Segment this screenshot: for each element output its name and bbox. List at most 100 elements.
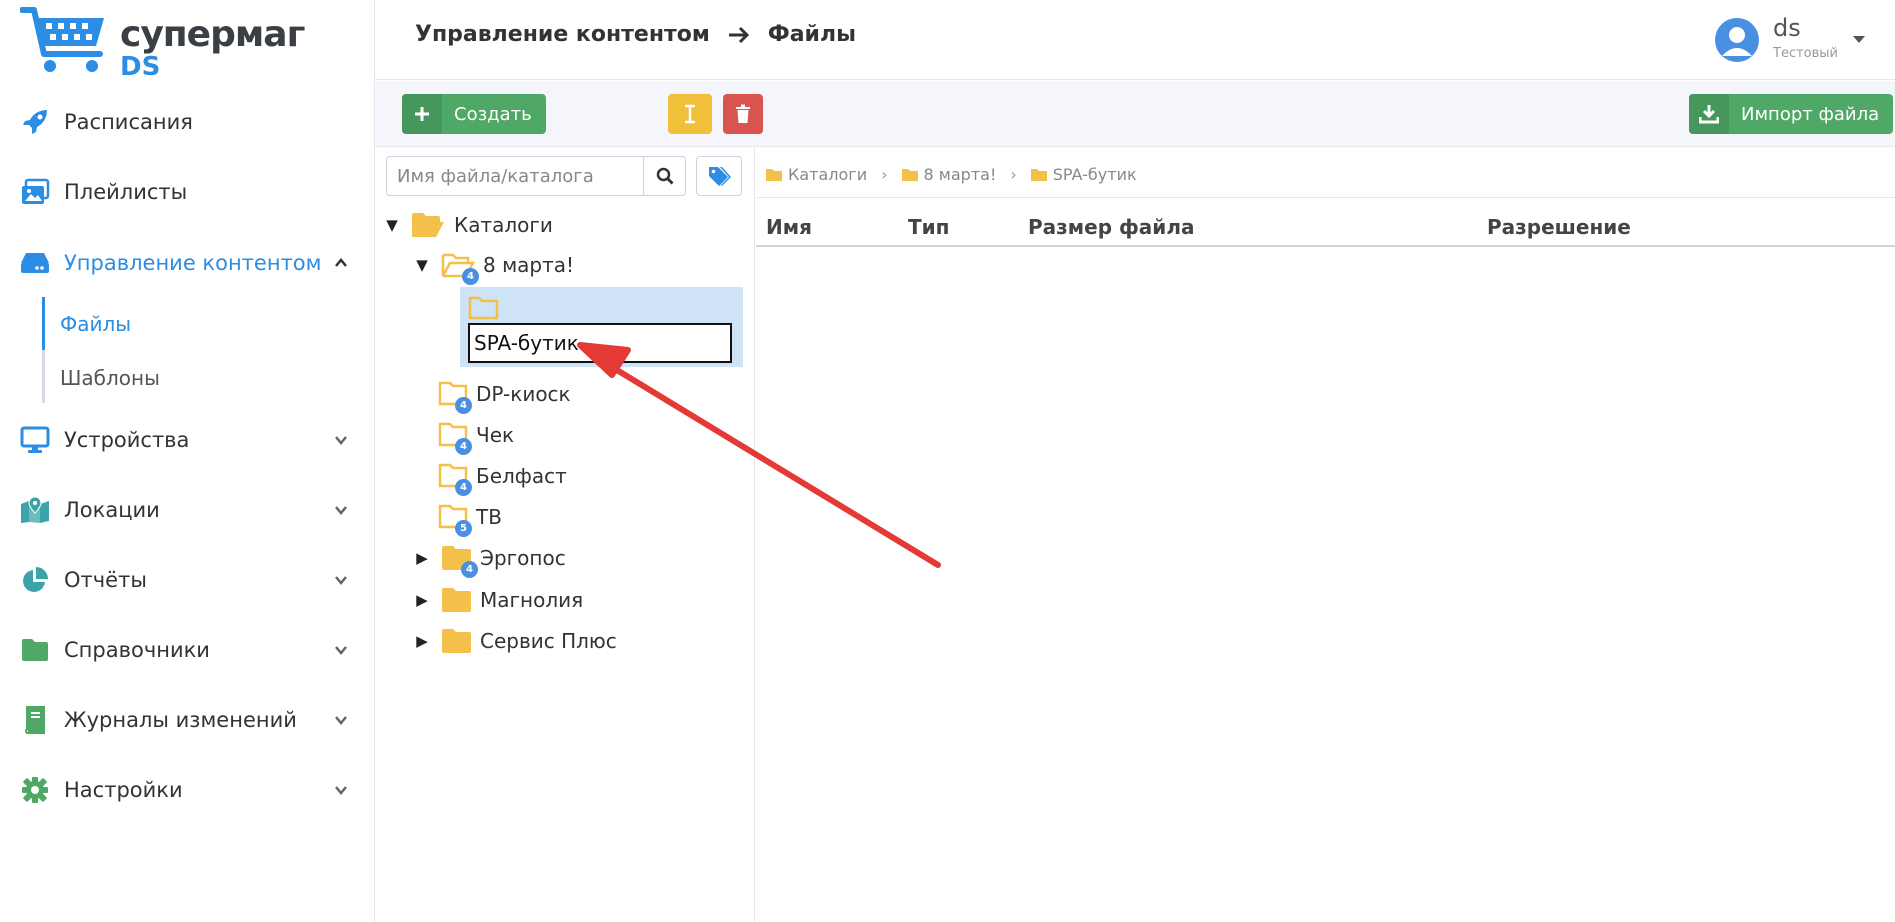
caret-down-icon — [1853, 36, 1865, 43]
column-header-size[interactable]: Размер файла — [1028, 215, 1194, 239]
folder-path: Каталоги › 8 марта! › SPA-бутик — [766, 159, 1137, 189]
sidebar-item-label: Управление контентом — [64, 251, 322, 275]
toolbar: Создать Импорт файла — [375, 81, 1895, 147]
column-header-type[interactable]: Тип — [908, 215, 949, 239]
search-button[interactable] — [643, 157, 685, 195]
expand-toggle-icon[interactable]: ▶ — [415, 632, 429, 650]
sidebar-item-reports[interactable]: Отчёты — [0, 555, 375, 605]
tree-node-child[interactable]: 5 ТВ — [435, 500, 685, 537]
map-icon — [20, 495, 50, 525]
sidebar-item-settings[interactable]: Настройки — [0, 765, 375, 815]
chevron-down-icon — [335, 506, 347, 515]
sidebar-item-content[interactable]: Управление контентом — [0, 238, 375, 288]
tree-node-label: Магнолия — [480, 588, 584, 612]
tree-node-child[interactable]: 4 DP-киоск — [435, 377, 685, 414]
create-button[interactable]: Создать — [402, 94, 546, 134]
path-item-label: Каталоги — [788, 164, 868, 184]
tree-node-child[interactable]: 4 Чек — [435, 418, 685, 455]
text-cursor-icon — [685, 104, 695, 124]
tree-node-label: DP-киоск — [476, 382, 571, 406]
path-item-label: SPA-бутик — [1052, 164, 1137, 184]
path-item[interactable]: 8 марта! — [901, 164, 997, 184]
tree-node-label: Белфаст — [476, 464, 567, 488]
sidebar-subitem-files[interactable]: Файлы — [42, 299, 362, 349]
folder-icon — [442, 588, 471, 612]
user-role: Тестовый — [1773, 46, 1838, 61]
chevron-up-icon — [335, 258, 347, 267]
drive-icon — [20, 248, 50, 278]
breadcrumb: Управление контентом Файлы — [415, 22, 856, 47]
breadcrumb-current: Файлы — [767, 22, 856, 47]
tree-node-label: Чек — [476, 423, 515, 447]
expand-toggle-icon[interactable]: ▶ — [415, 549, 429, 567]
chevron-right-icon: › — [1010, 164, 1017, 184]
tree-node-label: Сервис Плюс — [480, 629, 617, 653]
monitor-icon — [20, 425, 50, 455]
column-header-resolution[interactable]: Разрешение — [1487, 215, 1631, 239]
folder-icon — [20, 635, 50, 665]
brand-suffix: DS — [120, 52, 161, 82]
sidebar-subitem-templates[interactable]: Шаблоны — [42, 353, 362, 403]
search-input[interactable] — [387, 157, 643, 195]
expand-toggle-icon[interactable]: ▼ — [385, 216, 399, 234]
expand-toggle-icon[interactable]: ▶ — [415, 591, 429, 609]
count-badge: 5 — [455, 520, 472, 537]
chevron-down-icon — [335, 646, 347, 655]
plus-icon — [402, 94, 442, 134]
sidebar-item-schedules[interactable]: Расписания — [0, 97, 375, 147]
tree-node-label: 8 марта! — [483, 253, 575, 277]
sidebar-item-label: Локации — [64, 498, 160, 522]
expand-toggle-icon[interactable]: ▼ — [415, 256, 429, 274]
table-header: Имя Тип Размер файла Разрешение — [756, 207, 1895, 247]
create-button-label: Создать — [454, 103, 532, 125]
tags-button[interactable] — [696, 156, 742, 196]
delete-button[interactable] — [723, 94, 763, 134]
rename-button[interactable] — [668, 94, 712, 134]
column-header-name[interactable]: Имя — [766, 215, 812, 239]
sidebar-item-label: Расписания — [64, 110, 193, 134]
import-file-label: Импорт файла — [1741, 103, 1880, 125]
import-file-button[interactable]: Импорт файла — [1689, 94, 1894, 134]
user-menu[interactable]: ds Тестовый — [1715, 12, 1865, 68]
search-icon — [656, 167, 674, 185]
path-item[interactable]: SPA-бутик — [1030, 164, 1137, 184]
sidebar-item-locations[interactable]: Локации — [0, 485, 375, 535]
tree-node-sibling[interactable]: ▶ 4 Эргопос — [415, 541, 665, 578]
sidebar-item-label: Настройки — [64, 778, 183, 802]
tree-node-march[interactable]: ▼ 4 8 марта! — [415, 248, 665, 285]
sidebar-item-label: Отчёты — [64, 568, 147, 592]
folder-icon — [901, 168, 918, 181]
tree-node-label: ТВ — [476, 505, 502, 529]
brand-logo[interactable]: супермаг DS — [19, 6, 305, 82]
sidebar-item-label: Устройства — [64, 428, 190, 452]
sidebar-item-changelogs[interactable]: Журналы изменений — [0, 695, 375, 745]
avatar — [1715, 18, 1759, 62]
sidebar-item-label: Справочники — [64, 638, 210, 662]
tree-node-label: Эргопос — [480, 546, 566, 570]
rename-folder-input[interactable] — [468, 323, 732, 363]
pie-chart-icon — [20, 565, 50, 595]
tree-node-sibling[interactable]: ▶ Сервис Плюс — [415, 624, 665, 658]
tree-node-child[interactable]: 4 Белфаст — [435, 459, 685, 496]
sidebar: супермаг DS Расписания Плейлисты Управле… — [0, 0, 375, 922]
sidebar-item-dictionaries[interactable]: Справочники — [0, 625, 375, 675]
count-badge: 4 — [462, 268, 479, 285]
sidebar-subitem-label: Шаблоны — [60, 366, 160, 390]
count-badge: 4 — [461, 561, 478, 578]
tree-node-sibling[interactable]: ▶ Магнолия — [415, 583, 665, 617]
search-box — [386, 156, 686, 196]
sidebar-item-playlists[interactable]: Плейлисты — [0, 167, 375, 217]
path-item-label: 8 марта! — [923, 164, 997, 184]
sidebar-item-devices[interactable]: Устройства — [0, 415, 375, 465]
tree-node-root[interactable]: ▼ Каталоги — [385, 208, 635, 242]
folder-icon — [1030, 168, 1047, 181]
book-icon — [20, 705, 50, 735]
path-item[interactable]: Каталоги — [766, 165, 867, 184]
count-badge: 4 — [455, 479, 472, 496]
arrow-right-icon — [728, 26, 749, 43]
divider — [756, 197, 1895, 198]
sidebar-subitem-label: Файлы — [60, 312, 132, 336]
folder-icon — [766, 168, 782, 181]
breadcrumb-section[interactable]: Управление контентом — [415, 22, 710, 47]
file-list-panel: Каталоги › 8 марта! › SPA-бутик Имя Тип … — [756, 147, 1895, 922]
